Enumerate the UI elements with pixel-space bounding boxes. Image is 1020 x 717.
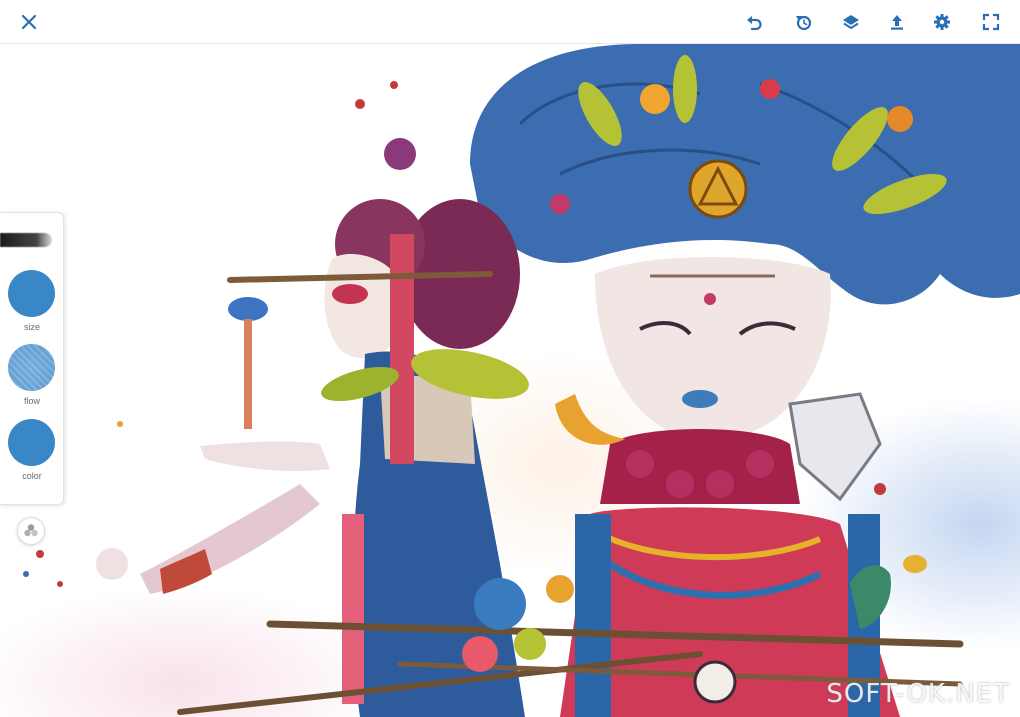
brush-flow-control[interactable] [8,344,55,391]
brush-panel: size flow color [0,212,64,505]
size-label: size [23,322,40,332]
undo-icon [747,16,762,31]
color-label: color [22,471,42,481]
top-toolbar [0,0,1020,44]
brush-color-control[interactable] [8,419,55,466]
palette-icon [24,524,38,537]
fullscreen-button[interactable] [975,6,1007,38]
close-icon [21,14,37,30]
brush-size-control[interactable] [8,270,55,317]
brush-preview[interactable] [0,233,52,247]
artwork-canvas[interactable]: SOFT-OK.NET [0,44,1020,717]
undo-button[interactable] [738,6,770,38]
settings-icon [934,14,950,30]
layers-button[interactable] [835,6,867,38]
settings-button[interactable] [926,6,958,38]
layers-icon [843,15,859,29]
fullscreen-icon [982,13,1000,31]
export-icon [891,15,903,30]
redo-button[interactable] [787,6,819,38]
flow-label: flow [23,396,40,406]
palette-button[interactable] [17,517,45,545]
redo-icon [796,15,812,31]
export-button[interactable] [881,6,913,38]
watermark-text: SOFT-OK.NET [826,679,1010,709]
artwork-illustration [23,44,1020,717]
close-button[interactable] [13,6,45,38]
